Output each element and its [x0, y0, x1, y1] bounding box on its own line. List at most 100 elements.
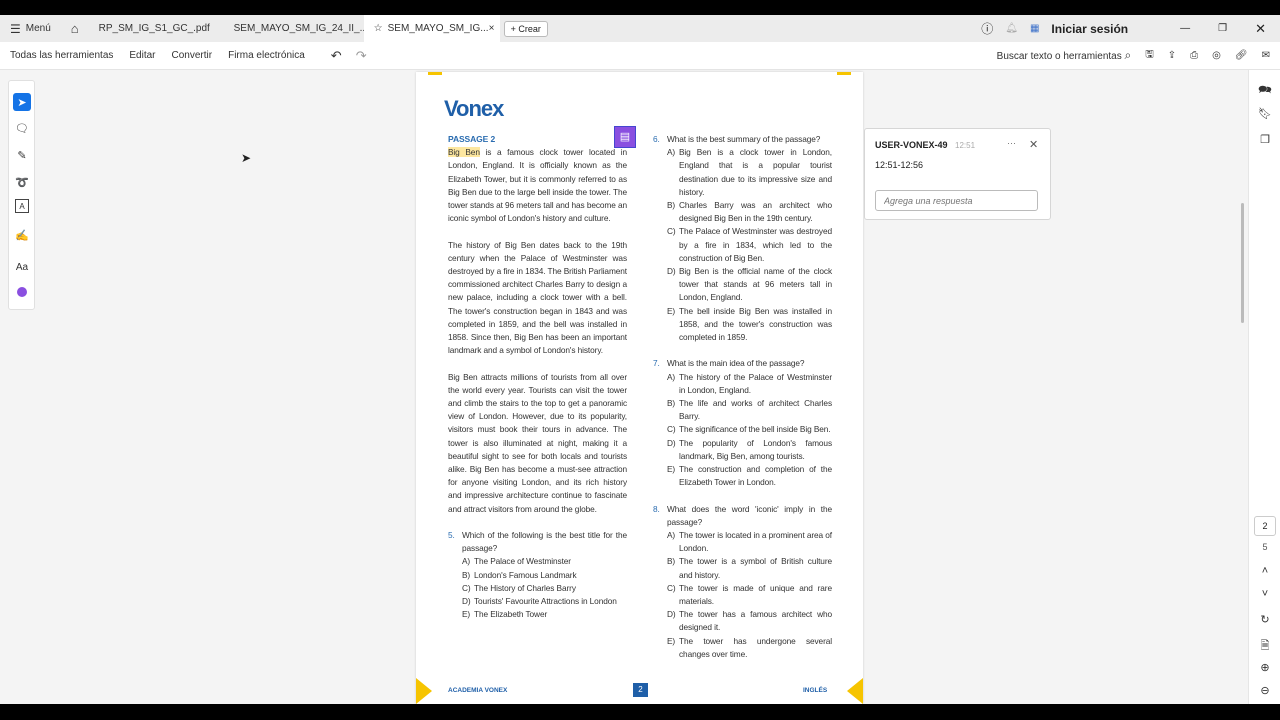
- option-text: The Palace of Westminster was destroyed …: [679, 226, 832, 263]
- highlight-pen-icon[interactable]: ✎: [13, 146, 31, 164]
- page-decor: [428, 72, 442, 75]
- option-text: The history of the Palace of Westminster…: [679, 371, 832, 395]
- zoom-out-icon[interactable]: ⊖: [1257, 684, 1273, 700]
- apps-icon[interactable]: ▦: [1030, 23, 1039, 34]
- close-window-icon[interactable]: ✕: [1255, 21, 1266, 37]
- right-sidebar: 🗪︎ 🔖︎ ❐ 2 5 ˄ ˅ ↻ 🗎 ⊕ ⊖: [1248, 70, 1280, 704]
- prev-page-icon[interactable]: ˄: [1257, 565, 1273, 581]
- option-text: Big Ben is a clock tower in London, Engl…: [679, 147, 832, 197]
- option: D) Tourists' Favourite Attractions in Lon…: [462, 595, 627, 608]
- minimize-icon[interactable]: —: [1180, 23, 1190, 34]
- page-fit-icon[interactable]: 🗎: [1257, 637, 1273, 653]
- footer-page-number: 2: [633, 683, 648, 697]
- tab-rp[interactable]: RP_SM_IG_S1_GC_.pdf: [89, 15, 224, 42]
- option: C) The History of Charles Barry: [462, 582, 627, 595]
- window-top: [0, 0, 1280, 15]
- pages-icon[interactable]: ❐: [1257, 133, 1273, 149]
- tab-sem-1[interactable]: SEM_MAYO_SM_IG_24_II_...: [224, 15, 368, 42]
- option-letter: E): [667, 464, 676, 475]
- color-picker[interactable]: [13, 283, 31, 301]
- sign-icon[interactable]: ✍: [13, 226, 31, 244]
- menu-button[interactable]: ☰ Menú: [0, 15, 61, 42]
- tab-sem-active[interactable]: ☆ SEM_MAYO_SM_IG... ×: [363, 15, 500, 42]
- help-icon[interactable]: ⓘ: [981, 20, 993, 37]
- footer-left: ACADEMIA VONEX: [448, 687, 508, 694]
- question-number: 8.: [653, 503, 660, 514]
- comment-body: 12:51-12:56: [875, 160, 924, 170]
- rotate-icon[interactable]: ↻: [1257, 613, 1273, 629]
- passage-title: PASSAGE 2: [448, 134, 496, 144]
- option-letter: D): [667, 437, 676, 448]
- footer-right: INGLÉS: [803, 687, 828, 694]
- reply-input[interactable]: [875, 190, 1038, 211]
- option-letter: D): [462, 596, 471, 607]
- option-letter: C): [462, 582, 471, 593]
- right-column: 6. What is the best summary of the passag…: [653, 133, 832, 674]
- option: A) The tower is located in a prominent ar…: [667, 529, 832, 555]
- quick-tools-panel: ➤ 🗨︎ ✎ ➰ A ✍ Aa: [8, 80, 35, 310]
- question-text: What is the best summary of the passage?: [667, 134, 821, 144]
- share-user-icon[interactable]: ◎: [1212, 50, 1221, 61]
- option-letter: D): [667, 266, 676, 277]
- select-cursor-icon[interactable]: ➤: [13, 93, 31, 111]
- option-letter: E): [667, 305, 676, 316]
- option-letter: B): [667, 556, 676, 567]
- option-letter: B): [667, 200, 676, 211]
- all-tools-menu[interactable]: Todas las herramientas: [10, 50, 113, 61]
- option-letter: A): [667, 147, 676, 158]
- link-icon[interactable]: 🔗︎: [1235, 50, 1248, 61]
- close-comment-icon[interactable]: ✕: [1029, 138, 1038, 151]
- add-comment-icon[interactable]: 🗨︎: [13, 119, 31, 137]
- undo-icon[interactable]: ↶: [331, 48, 342, 64]
- home-button[interactable]: ⌂: [61, 15, 89, 42]
- bookmarks-icon[interactable]: 🔖︎: [1257, 107, 1273, 123]
- create-button[interactable]: + Crear: [503, 20, 548, 37]
- next-page-icon[interactable]: ˅: [1257, 588, 1273, 604]
- email-icon[interactable]: ✉: [1262, 50, 1270, 61]
- option-letter: D): [667, 609, 676, 620]
- scrollbar-thumb[interactable]: [1241, 203, 1244, 323]
- edit-menu[interactable]: Editar: [129, 50, 155, 61]
- option: E) The construction and completion of the…: [667, 463, 832, 489]
- pdf-page: Vonex ▤ PASSAGE 2 Big Ben is a famous cl…: [416, 72, 863, 704]
- redo-icon[interactable]: ↷: [356, 48, 367, 64]
- option: B) London's Famous Landmark: [462, 569, 627, 582]
- hamburger-icon: ☰: [10, 21, 21, 36]
- esign-menu[interactable]: Firma electrónica: [228, 50, 305, 61]
- option-letter: A): [462, 556, 471, 567]
- question-5: 5. Which of the following is the best tit…: [448, 529, 627, 621]
- home-icon: ⌂: [70, 21, 79, 36]
- print-icon[interactable]: ⎙: [1190, 50, 1198, 61]
- convert-menu[interactable]: Convertir: [172, 50, 213, 61]
- option-text: The History of Charles Barry: [474, 582, 576, 593]
- search-tools[interactable]: Buscar texto o herramientas ⌕: [997, 48, 1132, 63]
- close-tab-icon[interactable]: ×: [489, 23, 495, 34]
- option-text: The bell inside Big Ben was installed in…: [679, 305, 832, 343]
- question-number: 6.: [653, 134, 660, 144]
- text-box-icon[interactable]: A: [15, 199, 29, 213]
- save-icon[interactable]: 🖫: [1145, 47, 1154, 64]
- zoom-in-icon[interactable]: ⊕: [1257, 661, 1273, 677]
- question-number: 5.: [448, 530, 455, 541]
- option: B) Charles Barry was an architect who des…: [667, 199, 832, 225]
- left-column: PASSAGE 2 Big Ben is a famous clock towe…: [448, 133, 627, 635]
- page-number-input[interactable]: 2: [1254, 516, 1276, 536]
- bell-icon[interactable]: 🔔︎: [1005, 23, 1018, 34]
- text-format-icon[interactable]: Aa: [13, 258, 31, 276]
- option-letter: E): [667, 635, 676, 646]
- sign-in-button[interactable]: Iniciar sesión: [1051, 22, 1128, 36]
- lasso-draw-icon[interactable]: ➰: [13, 173, 31, 191]
- option-text: The life and works of architect Charles …: [679, 398, 832, 422]
- paragraph-2: The history of Big Ben dates back to the…: [448, 239, 627, 356]
- upload-icon[interactable]: ⇪: [1168, 50, 1176, 61]
- option-text: Big Ben is the official name of the cloc…: [679, 266, 832, 303]
- comments-icon[interactable]: 🗪︎: [1257, 81, 1273, 97]
- option-letter: E): [462, 609, 471, 620]
- highlighted-text[interactable]: Big Ben: [448, 147, 480, 158]
- more-options-icon[interactable]: ⋯: [1007, 138, 1016, 149]
- option-text: The tower has undergone several changes …: [679, 635, 832, 659]
- maximize-icon[interactable]: ❐: [1218, 23, 1227, 34]
- option: A) Big Ben is a clock tower in London, En…: [667, 146, 832, 199]
- option-text: The Palace of Westminster: [474, 556, 571, 567]
- option-letter: A): [667, 371, 676, 382]
